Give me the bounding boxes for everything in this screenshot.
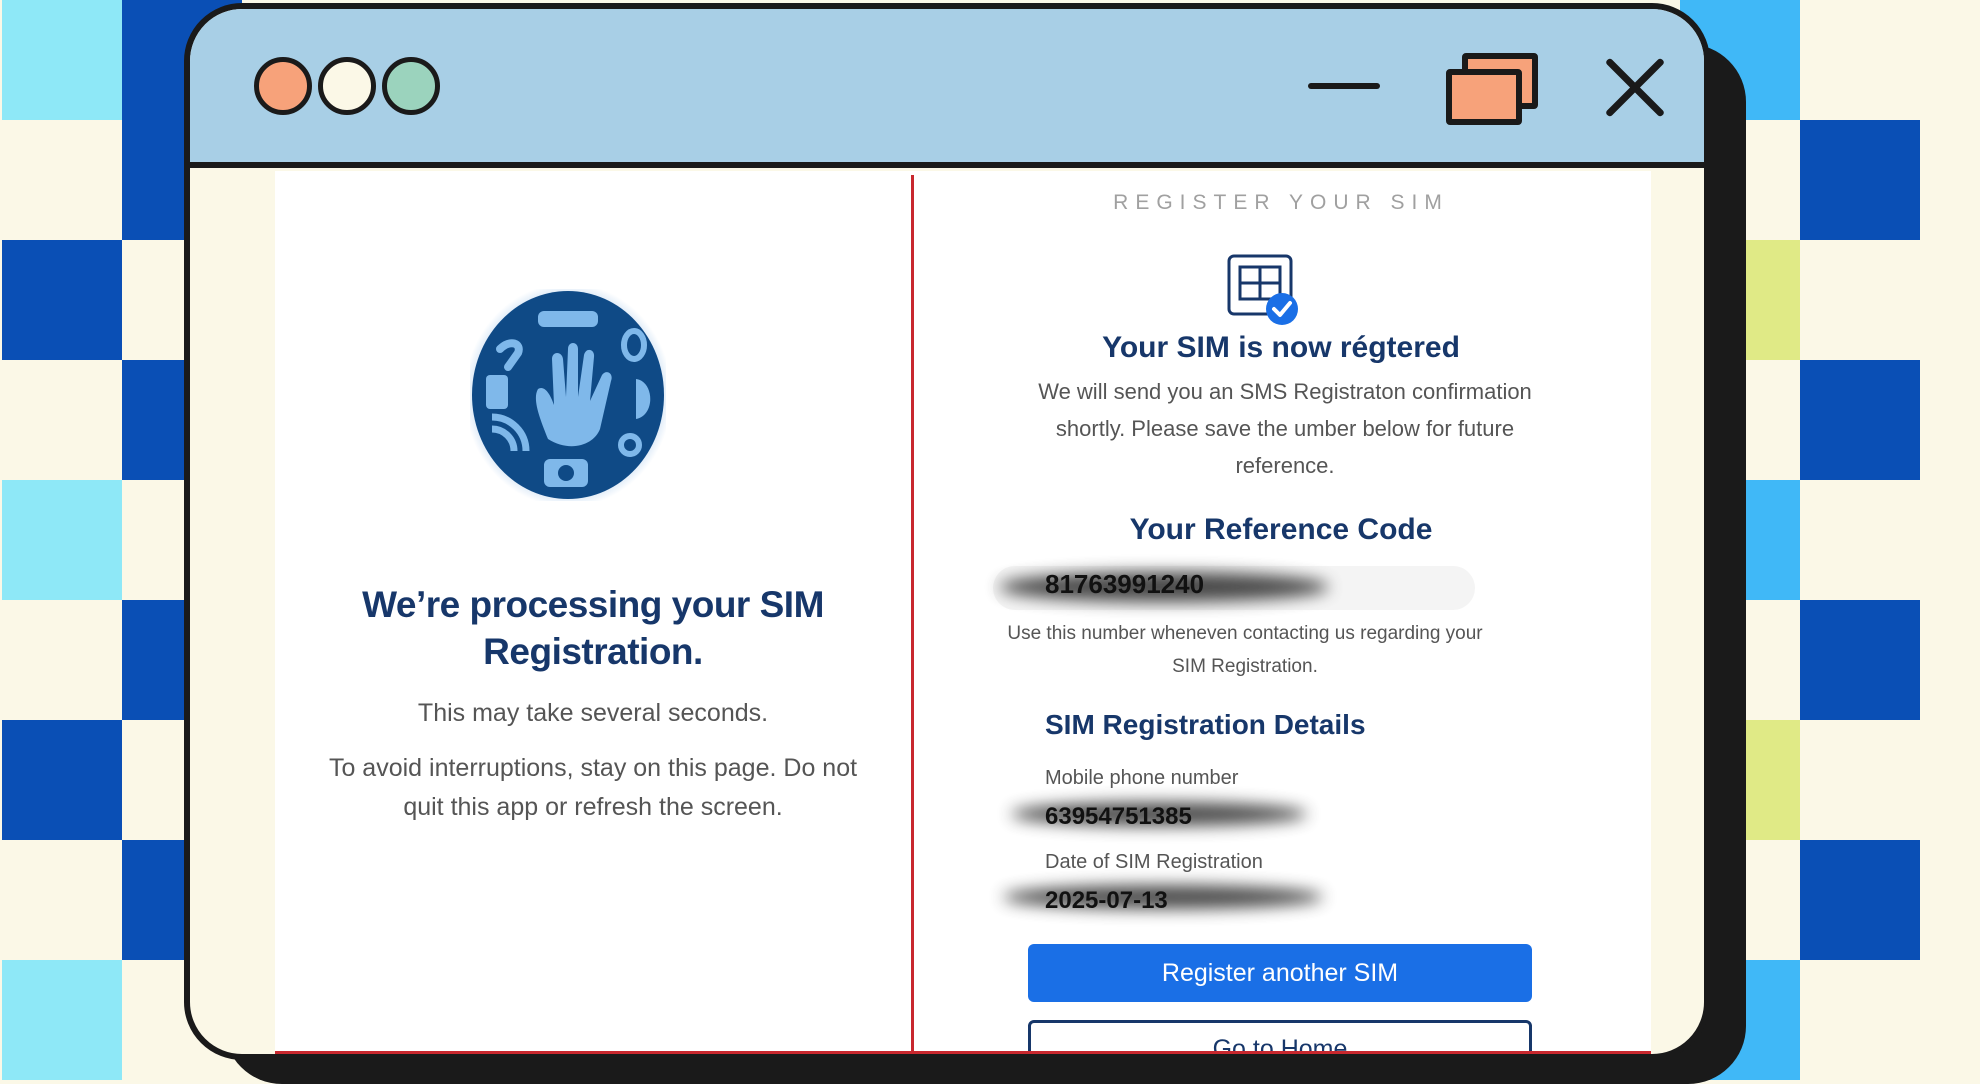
bottom-accent-bar [275, 1051, 1651, 1054]
reference-code-label: Your Reference Code [1129, 513, 1433, 546]
register-heading: REGISTER YOUR SIM [1113, 191, 1449, 214]
pane-divider [911, 175, 914, 1054]
checker-tile [1800, 240, 1920, 360]
hand-globe-icon [470, 289, 666, 501]
orange-dot-button[interactable] [254, 57, 312, 115]
checker-tile [1800, 120, 1920, 240]
confirmation-message: We will send you an SMS Registraton conf… [1038, 379, 1532, 478]
checker-tile [2, 600, 122, 720]
checker-tile [2, 0, 122, 120]
details-heading: SIM Registration Details [1045, 709, 1366, 740]
restore-icon[interactable] [1440, 45, 1538, 125]
register-another-sim-button[interactable]: Register another SIM [1028, 944, 1532, 1002]
checker-tile [2, 960, 122, 1080]
checker-tile [2, 120, 122, 240]
registration-date-label: Date of SIM Registration [1045, 851, 1263, 873]
processing-note: To avoid interruptions, stay on this pag… [328, 754, 858, 821]
checker-tile [1800, 720, 1920, 840]
checker-tile [1800, 960, 1920, 1080]
sim-check-icon [1227, 254, 1298, 325]
checker-tile [1800, 360, 1920, 480]
minimize-icon[interactable] [1308, 69, 1380, 99]
reference-code-hint: Use this number wheneven contacting us r… [1007, 623, 1483, 677]
processing-subtitle: This may take several seconds. [417, 699, 769, 727]
checker-tile [2, 240, 122, 360]
app-screenshot: We’re processing your SIM Registration. … [275, 171, 1651, 1054]
checker-tile [1800, 0, 1920, 120]
checker-tile [1800, 840, 1920, 960]
checker-tile [2, 720, 122, 840]
processing-title: We’re processing your SIM Registration. [362, 584, 824, 672]
checker-tile [1800, 600, 1920, 720]
green-dot-button[interactable] [382, 57, 440, 115]
reference-code-value: 81763991240 [1045, 569, 1205, 599]
browser-window: We’re processing your SIM Registration. … [184, 3, 1710, 1060]
mobile-number-label: Mobile phone number [1045, 767, 1239, 789]
close-icon[interactable] [1600, 53, 1670, 123]
checker-tile [2, 480, 122, 600]
cream-dot-button[interactable] [318, 57, 376, 115]
checker-tile [2, 360, 122, 480]
title-bar [190, 9, 1704, 168]
success-title: Your SIM is now régtered [1102, 331, 1460, 364]
checker-tile [1800, 480, 1920, 600]
checker-tile [2, 840, 122, 960]
registration-date-value: 2025-07-13 [1045, 887, 1168, 914]
mobile-number-value: 63954751385 [1045, 803, 1192, 830]
go-to-home-button[interactable]: Go to Home [1028, 1020, 1532, 1054]
